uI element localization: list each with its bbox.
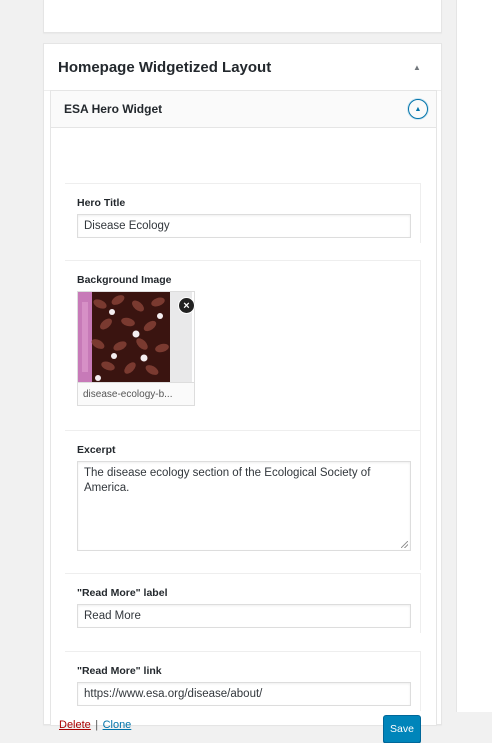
micrograph-image	[78, 292, 192, 382]
panel-title: Homepage Widgetized Layout	[58, 58, 272, 76]
widget-header[interactable]: ESA Hero Widget ▲	[51, 91, 436, 128]
image-filename: disease-ecology-b...	[78, 382, 194, 405]
hero-title-label: Hero Title	[77, 197, 126, 209]
excerpt-text: The disease ecology section of the Ecolo…	[84, 467, 371, 494]
close-icon[interactable]: ×	[178, 297, 195, 314]
panel-header[interactable]: Homepage Widgetized Layout ▲	[44, 44, 441, 91]
excerpt-textarea[interactable]: The disease ecology section of the Ecolo…	[77, 461, 411, 551]
read-more-link-input[interactable]: https://www.esa.org/disease/about/	[77, 682, 411, 706]
image-thumbnail-card[interactable]: disease-ecology-b... ×	[77, 291, 195, 406]
excerpt-label: Excerpt	[77, 444, 116, 456]
read-more-link-label: "Read More" link	[77, 665, 162, 677]
read-more-label-label: "Read More" label	[77, 587, 168, 599]
background-image-thumbnail	[78, 292, 192, 382]
previous-panel-card	[43, 0, 442, 33]
esa-hero-widget: ESA Hero Widget ▲ Hero Title Disease Eco…	[50, 90, 437, 743]
read-more-label-field: "Read More" label Read More	[65, 573, 421, 633]
circle-caret-up-icon[interactable]: ▲	[408, 99, 428, 119]
widget-title: ESA Hero Widget	[64, 102, 163, 116]
caret-up-icon[interactable]: ▲	[407, 57, 427, 77]
background-image-field: Background Image disease-ecology-b... ×	[65, 260, 421, 430]
widget-actions: Delete | Clone Save	[59, 715, 421, 743]
delete-link[interactable]: Delete	[59, 719, 91, 731]
homepage-widgetized-layout-panel: Homepage Widgetized Layout ▲ ESA Hero Wi…	[43, 43, 442, 743]
read-more-link-field: "Read More" link https://www.esa.org/dis…	[65, 651, 421, 711]
hero-title-input[interactable]: Disease Ecology	[77, 214, 411, 238]
right-gutter	[456, 0, 492, 712]
clone-link[interactable]: Clone	[103, 719, 132, 731]
read-more-label-input[interactable]: Read More	[77, 604, 411, 628]
save-button[interactable]: Save	[383, 715, 421, 743]
background-image-label: Background Image	[77, 274, 172, 286]
excerpt-field: Excerpt The disease ecology section of t…	[65, 430, 421, 570]
resize-grip-icon[interactable]	[401, 541, 408, 548]
hero-title-field: Hero Title Disease Ecology	[65, 183, 421, 243]
action-separator: |	[95, 719, 99, 731]
